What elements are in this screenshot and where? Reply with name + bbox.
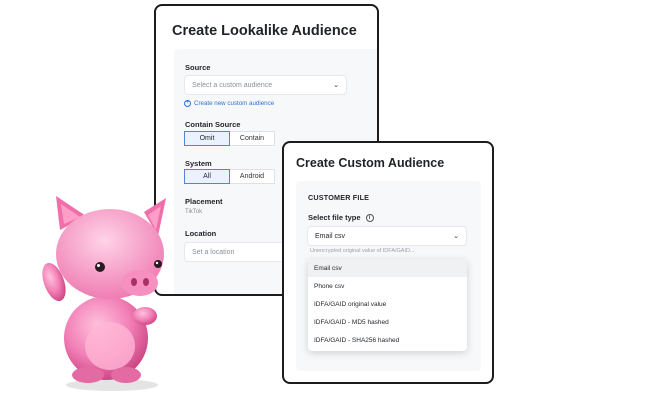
file-type-label-text: Select file type bbox=[308, 213, 361, 222]
create-link-label: Create new custom audience bbox=[194, 100, 275, 107]
system-label: System bbox=[185, 159, 212, 168]
placement-label: Placement bbox=[185, 197, 223, 206]
file-type-dropdown: Email csv Phone csv IDFA/GAID original v… bbox=[308, 259, 467, 351]
source-label: Source bbox=[185, 63, 211, 72]
card-title: Create Lookalike Audience bbox=[172, 23, 357, 39]
option-phone-csv[interactable]: Phone csv bbox=[308, 277, 467, 295]
option-email-csv[interactable]: Email csv bbox=[308, 259, 467, 277]
file-type-value: Email csv bbox=[315, 232, 345, 240]
card-title: Create Custom Audience bbox=[296, 156, 445, 170]
create-custom-audience-card: Create Custom Audience CUSTOMER FILE Sel… bbox=[282, 141, 494, 384]
info-icon[interactable]: i bbox=[365, 213, 374, 222]
contain-source-toggle: Omit Contain bbox=[184, 131, 275, 146]
system-toggle: All Android bbox=[184, 169, 275, 184]
create-new-custom-audience-link[interactable]: + Create new custom audience bbox=[184, 100, 274, 107]
option-omit[interactable]: Omit bbox=[184, 131, 230, 146]
option-contain[interactable]: Contain bbox=[229, 131, 275, 146]
pig-mascot-illustration bbox=[42, 196, 166, 391]
option-idfa-md5[interactable]: IDFA/GAID - MD5 hashed bbox=[308, 313, 467, 331]
location-label: Location bbox=[185, 229, 217, 238]
source-placeholder: Select a custom audience bbox=[192, 81, 273, 89]
placement-value: TikTok bbox=[185, 209, 203, 215]
location-placeholder: Set a location bbox=[192, 248, 235, 256]
plus-circle-icon: + bbox=[184, 100, 191, 107]
chevron-down-icon: ⌄ bbox=[333, 82, 339, 89]
contain-source-label: Contain Source bbox=[185, 120, 241, 129]
option-idfa-original[interactable]: IDFA/GAID original value bbox=[308, 295, 467, 313]
source-select[interactable]: Select a custom audience ⌄ bbox=[184, 75, 347, 95]
option-all[interactable]: All bbox=[184, 169, 230, 184]
file-type-hint: Unencrypted original value of IDFA/GAID.… bbox=[310, 248, 415, 254]
file-type-select[interactable]: Email csv ⌄ bbox=[307, 226, 467, 246]
option-idfa-sha256[interactable]: IDFA/GAID - SHA256 hashed bbox=[308, 331, 467, 349]
option-android[interactable]: Android bbox=[229, 169, 275, 184]
chevron-down-icon: ⌄ bbox=[453, 233, 459, 240]
section-title: CUSTOMER FILE bbox=[308, 193, 370, 202]
file-type-label: Select file type i bbox=[308, 213, 374, 222]
